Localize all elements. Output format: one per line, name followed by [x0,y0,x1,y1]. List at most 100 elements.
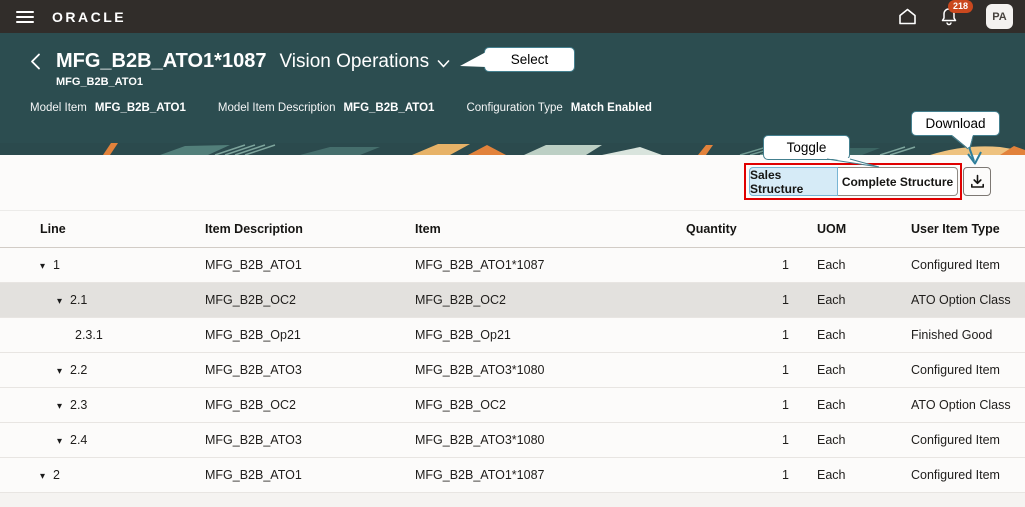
back-button[interactable] [30,53,48,71]
model-item-description-label: Model Item Description [217,102,336,114]
expand-caret-icon[interactable] [57,401,70,412]
complete-structure-toggle[interactable]: Complete Structure [838,167,958,196]
navigation-menu-icon[interactable] [16,10,34,23]
expand-caret-icon[interactable] [57,436,70,447]
quantity-cell: 1 [685,422,795,458]
home-icon [898,8,916,25]
column-header-line: Line [0,210,205,248]
table-row-selected[interactable]: 2.1 MFG_B2B_OC2 MFG_B2B_OC2 1 Each ATO O… [0,282,1025,318]
item-description-cell: MFG_B2B_ATO3 [205,422,415,458]
download-icon [970,174,984,188]
app-window: ORACLE 218 PA MFG_B2B_ATO1*1087 Vision O… [0,0,1025,507]
item-cell: MFG_B2B_OC2 [415,387,685,423]
item-cell: MFG_B2B_ATO1*1087 [415,457,685,493]
configuration-type-pair: Configuration Type Match Enabled [466,102,651,114]
user-item-type-cell: Configured Item [905,352,1025,388]
model-item-label: Model Item [30,102,87,114]
header-meta-row: Model Item MFG_B2B_ATO1 Model Item Descr… [30,102,1025,114]
item-cell: MFG_B2B_OC2 [415,282,685,318]
toggle-callout: Toggle [763,135,850,160]
global-top-bar: ORACLE 218 PA [0,0,1025,33]
user-item-type-cell: Finished Good [905,317,1025,353]
table-row[interactable]: 2.2 MFG_B2B_ATO3 MFG_B2B_ATO3*1080 1 Eac… [0,352,1025,388]
quantity-cell: 1 [685,457,795,493]
item-description-cell: MFG_B2B_ATO3 [205,352,415,388]
column-header-item-description: Item Description [205,210,415,248]
model-item-description-pair: Model Item Description MFG_B2B_ATO1 [218,102,435,114]
sales-structure-toggle[interactable]: Sales Structure [749,167,838,196]
model-item-pair: Model Item MFG_B2B_ATO1 [30,102,186,114]
download-callout: Download [911,111,1000,136]
user-item-type-cell: ATO Option Class [905,387,1025,423]
uom-cell: Each [795,422,905,458]
uom-cell: Each [795,457,905,493]
user-item-type-cell: Configured Item [905,247,1025,283]
item-cell: MFG_B2B_Op21 [415,317,685,353]
business-unit-selector[interactable]: Vision Operations [279,51,450,73]
line-number: 2.2 [70,363,88,377]
notifications-button[interactable]: 218 [938,0,974,28]
expand-caret-icon[interactable] [57,296,70,307]
column-header-item: Item [415,210,685,248]
item-description-cell: MFG_B2B_Op21 [205,317,415,353]
table-row[interactable]: 2.4 MFG_B2B_ATO3 MFG_B2B_ATO3*1080 1 Eac… [0,422,1025,458]
quantity-cell: 1 [685,282,795,318]
user-avatar[interactable]: PA [986,4,1013,29]
line-number: 1 [53,258,60,272]
business-unit-label: Vision Operations [279,50,430,72]
item-description-cell: MFG_B2B_OC2 [205,387,415,423]
quantity-cell: 1 [685,247,795,283]
page-subtitle: MFG_B2B_ATO1 [56,76,144,88]
table-header-row: Line Item Description Item Quantity UOM … [0,210,1025,248]
column-header-quantity: Quantity [685,210,795,248]
table-row[interactable]: 2.3 MFG_B2B_OC2 MFG_B2B_OC2 1 Each ATO O… [0,387,1025,423]
structure-toggle-group: Sales Structure Complete Structure [749,167,958,196]
quantity-cell: 1 [685,352,795,388]
uom-cell: Each [795,247,905,283]
column-header-uom: UOM [795,210,905,248]
item-description-cell: MFG_B2B_ATO1 [205,457,415,493]
decorative-pattern [0,143,1025,156]
expand-caret-icon[interactable] [57,366,70,377]
item-description-cell: MFG_B2B_ATO1 [205,247,415,283]
back-chevron-icon [31,53,40,70]
topbar-actions: 218 PA [896,0,1013,29]
uom-cell: Each [795,317,905,353]
structure-table: Line Item Description Item Quantity UOM … [0,210,1025,493]
quantity-cell: 1 [685,387,795,423]
page-title: MFG_B2B_ATO1*1087 [56,50,267,72]
uom-cell: Each [795,387,905,423]
notification-count-badge: 218 [948,0,974,13]
table-row[interactable]: 2.3.1 MFG_B2B_Op21 MFG_B2B_Op21 1 Each F… [0,317,1025,353]
line-number: 2.4 [70,433,88,447]
uom-cell: Each [795,352,905,388]
table-row[interactable]: 1 MFG_B2B_ATO1 MFG_B2B_ATO1*1087 1 Each … [0,247,1025,283]
download-button[interactable] [963,167,991,196]
user-item-type-cell: Configured Item [905,422,1025,458]
content-area: Line Item Description Item Quantity UOM … [0,210,1025,507]
user-item-type-cell: Configured Item [905,457,1025,493]
model-item-value: MFG_B2B_ATO1 [94,102,186,114]
table-footer-strip [0,493,1025,507]
user-item-type-cell: ATO Option Class [905,282,1025,318]
uom-cell: Each [795,282,905,318]
item-description-cell: MFG_B2B_OC2 [205,282,415,318]
line-number: 2.3 [70,398,88,412]
chevron-down-icon [437,59,450,67]
expand-caret-icon[interactable] [40,261,53,272]
column-header-user-item-type: User Item Type [905,210,1025,248]
oracle-logo: ORACLE [52,8,127,25]
line-number: 2 [53,468,60,482]
quantity-cell: 1 [685,317,795,353]
item-cell: MFG_B2B_ATO3*1080 [415,422,685,458]
configuration-type-value: Match Enabled [570,102,652,114]
item-cell: MFG_B2B_ATO3*1080 [415,352,685,388]
expand-caret-icon[interactable] [40,471,53,482]
table-row[interactable]: 2 MFG_B2B_ATO1 MFG_B2B_ATO1*1087 1 Each … [0,457,1025,493]
line-number: 2.1 [70,293,88,307]
select-callout: Select [484,47,575,72]
home-button[interactable] [896,6,918,28]
line-number: 2.3.1 [75,328,103,342]
item-cell: MFG_B2B_ATO1*1087 [415,247,685,283]
model-item-description-value: MFG_B2B_ATO1 [343,102,435,114]
